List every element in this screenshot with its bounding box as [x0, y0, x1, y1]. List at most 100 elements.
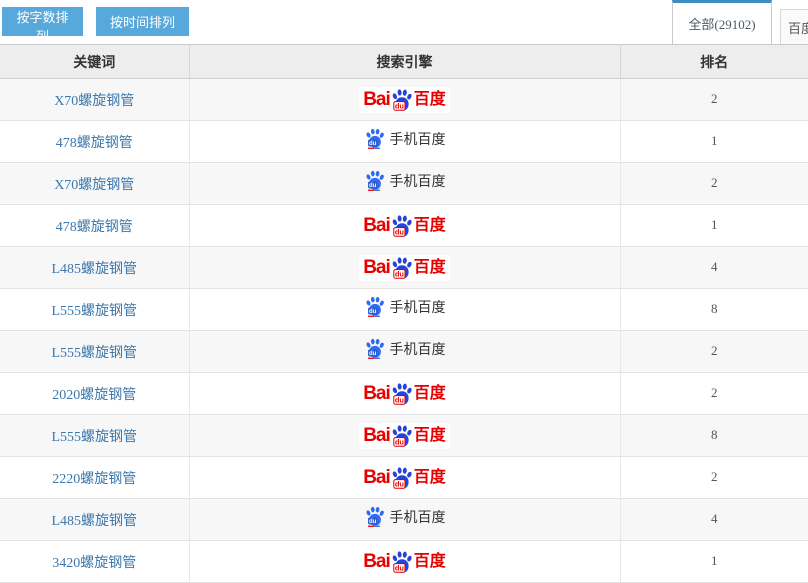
tab-baidu-label: 百度 [788, 18, 808, 37]
rank-value: 8 [711, 301, 718, 316]
mobile-baidu-label: 手机百度 [390, 129, 446, 149]
baidu-pc-logo: Bai du 百度 [359, 213, 450, 239]
rank-value: 2 [711, 469, 718, 484]
baidu-logo-cn-text: 百度 [414, 470, 446, 486]
baidu-logo-cn-text: 百度 [414, 92, 446, 108]
svg-text:du: du [395, 269, 405, 278]
table-row: L485螺旋钢管 Bai du 百度 4 [0, 247, 808, 289]
baidu-mobile-engine: du 手机百度 [364, 128, 446, 150]
baidu-pc-logo: Bai du 百度 [359, 87, 450, 113]
baidu-paw-icon: du [390, 550, 414, 574]
baidu-logo-bai-text: Bai [363, 258, 390, 277]
table-body: X70螺旋钢管 Bai du 百度 2 478螺 [0, 79, 808, 583]
rank-value: 1 [711, 217, 718, 232]
baidu-paw-icon: du [390, 382, 414, 406]
baidu-logo-bai-text: Bai [363, 90, 390, 109]
top-toolbar: 按字数排列 按时间排列 全部(29102) 百度 [0, 0, 808, 44]
mobile-baidu-paw-icon: du [364, 170, 386, 192]
baidu-logo-bai-text: Bai [363, 426, 390, 445]
baidu-paw-icon: du [390, 424, 414, 448]
keyword-ranking-table: 关键词 搜索引擎 排名 X70螺旋钢管 Bai du 百度 [0, 44, 808, 583]
baidu-logo-bai-text: Bai [363, 216, 390, 235]
sort-by-time-button[interactable]: 按时间排列 [96, 7, 189, 36]
baidu-mobile-engine: du 手机百度 [364, 338, 446, 360]
column-header-keyword: 关键词 [0, 45, 189, 79]
column-header-search-engine: 搜索引擎 [189, 45, 620, 79]
table-row: 478螺旋钢管 Bai du 百度 1 [0, 205, 808, 247]
baidu-pc-logo: Bai du 百度 [359, 381, 450, 407]
keyword-link[interactable]: L555螺旋钢管 [51, 430, 137, 445]
keyword-link[interactable]: 3420螺旋钢管 [52, 556, 136, 571]
table-row: 3420螺旋钢管 Bai du 百度 1 [0, 541, 808, 583]
baidu-logo-cn-text: 百度 [414, 554, 446, 570]
baidu-mobile-engine: du 手机百度 [364, 296, 446, 318]
keyword-link[interactable]: L485螺旋钢管 [51, 514, 137, 529]
baidu-pc-logo: Bai du 百度 [359, 549, 450, 575]
rank-value: 1 [711, 133, 718, 148]
keyword-link[interactable]: 2020螺旋钢管 [52, 388, 136, 403]
baidu-logo-bai-text: Bai [363, 552, 390, 571]
svg-text:du: du [395, 563, 405, 572]
mobile-baidu-label: 手机百度 [390, 171, 446, 191]
svg-text:du: du [368, 141, 376, 147]
mobile-baidu-label: 手机百度 [390, 297, 446, 317]
svg-text:du: du [368, 183, 376, 189]
baidu-paw-icon: du [390, 256, 414, 280]
keyword-link[interactable]: L555螺旋钢管 [51, 304, 137, 319]
keyword-link[interactable]: L555螺旋钢管 [51, 346, 137, 361]
tab-baidu[interactable]: 百度 [780, 9, 808, 44]
baidu-logo-cn-text: 百度 [414, 218, 446, 234]
table-row: 2020螺旋钢管 Bai du 百度 2 [0, 373, 808, 415]
baidu-paw-icon: du [390, 466, 414, 490]
svg-text:du: du [368, 309, 376, 315]
table-row: 478螺旋钢管 du 手机百度 1 [0, 121, 808, 163]
mobile-baidu-label: 手机百度 [390, 507, 446, 527]
svg-text:du: du [395, 479, 405, 488]
table-row: L555螺旋钢管 Bai du 百度 8 [0, 415, 808, 457]
baidu-logo-bai-text: Bai [363, 468, 390, 487]
rank-value: 1 [711, 553, 718, 568]
table-row: X70螺旋钢管 du 手机百度 2 [0, 163, 808, 205]
keyword-link[interactable]: 2220螺旋钢管 [52, 472, 136, 487]
tab-all-label: 全部(29102) [688, 14, 755, 33]
svg-text:du: du [395, 101, 405, 110]
table-row: L485螺旋钢管 du 手机百度 4 [0, 499, 808, 541]
table-row: X70螺旋钢管 Bai du 百度 2 [0, 79, 808, 121]
rank-value: 4 [711, 259, 718, 274]
keyword-link[interactable]: L485螺旋钢管 [51, 262, 137, 277]
mobile-baidu-paw-icon: du [364, 128, 386, 150]
baidu-logo-cn-text: 百度 [414, 428, 446, 444]
svg-text:du: du [395, 395, 405, 404]
svg-text:du: du [395, 227, 405, 236]
svg-text:du: du [395, 437, 405, 446]
rank-value: 8 [711, 427, 718, 442]
keyword-link[interactable]: 478螺旋钢管 [56, 220, 133, 235]
baidu-logo-cn-text: 百度 [414, 260, 446, 276]
svg-text:du: du [368, 519, 376, 525]
rank-value: 4 [711, 511, 718, 526]
mobile-baidu-paw-icon: du [364, 338, 386, 360]
table-row: L555螺旋钢管 du 手机百度 8 [0, 289, 808, 331]
table-header-row: 关键词 搜索引擎 排名 [0, 45, 808, 79]
svg-text:du: du [368, 351, 376, 357]
baidu-logo-cn-text: 百度 [414, 386, 446, 402]
mobile-baidu-label: 手机百度 [390, 339, 446, 359]
rank-value: 2 [711, 385, 718, 400]
keyword-link[interactable]: 478螺旋钢管 [56, 136, 133, 151]
rank-value: 2 [711, 91, 718, 106]
keyword-link[interactable]: X70螺旋钢管 [54, 178, 134, 193]
baidu-pc-logo: Bai du 百度 [359, 423, 450, 449]
mobile-baidu-paw-icon: du [364, 296, 386, 318]
baidu-paw-icon: du [390, 214, 414, 238]
baidu-pc-logo: Bai du 百度 [359, 255, 450, 281]
rank-value: 2 [711, 175, 718, 190]
keyword-link[interactable]: X70螺旋钢管 [54, 94, 134, 109]
tab-all[interactable]: 全部(29102) [672, 0, 772, 44]
table-row: L555螺旋钢管 du 手机百度 2 [0, 331, 808, 373]
baidu-mobile-engine: du 手机百度 [364, 170, 446, 192]
sort-by-wordcount-button[interactable]: 按字数排列 [2, 7, 83, 36]
mobile-baidu-paw-icon: du [364, 506, 386, 528]
table-row: 2220螺旋钢管 Bai du 百度 2 [0, 457, 808, 499]
baidu-paw-icon: du [390, 88, 414, 112]
baidu-pc-logo: Bai du 百度 [359, 465, 450, 491]
